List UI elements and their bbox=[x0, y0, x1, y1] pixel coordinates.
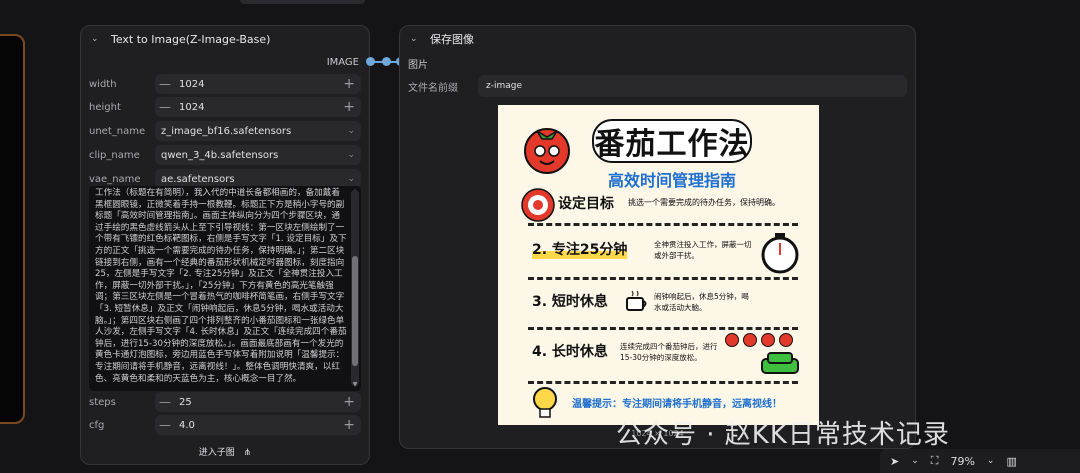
dashed-divider bbox=[528, 381, 798, 384]
clip-select[interactable]: qwen_3_4b.safetensors ⌄ bbox=[155, 145, 361, 165]
step1-title: 设定目标 bbox=[558, 196, 614, 212]
timer-icon bbox=[761, 233, 799, 274]
scroll-down-icon[interactable]: ▼ bbox=[351, 379, 359, 391]
pointer-tool-icon[interactable]: ➤ bbox=[890, 455, 899, 468]
height-stepper[interactable]: — 1024 + bbox=[155, 97, 361, 117]
decrement-icon[interactable]: — bbox=[155, 418, 175, 432]
prompt-textarea[interactable]: 工作法（标题在有简明），我入代的中道长备都相画的，备加戴着黑框圆眼镜，正微笑着手… bbox=[89, 186, 361, 391]
width-stepper[interactable]: — 1024 + bbox=[155, 74, 361, 94]
node-title: 保存图像 bbox=[430, 33, 474, 46]
decrement-icon[interactable]: — bbox=[155, 395, 175, 409]
dashed-divider bbox=[528, 327, 798, 330]
clip-row: clip_name qwen_3_4b.safetensors ⌄ bbox=[89, 145, 361, 165]
output-slot-dot[interactable] bbox=[366, 57, 375, 66]
dashed-divider bbox=[528, 277, 798, 280]
link-midpoint-dot[interactable] bbox=[382, 57, 391, 66]
subgraph-label: 进入子图 bbox=[198, 448, 235, 458]
dashed-divider bbox=[528, 223, 798, 226]
step4-text: 连续完成四个番茄钟后，进行15-30分钟的深度放松。 bbox=[620, 342, 718, 362]
chevron-down-icon: ⌄ bbox=[347, 126, 355, 136]
poster-tip: 温馨提示：专注期间请将手机静音，远离视线！ bbox=[572, 399, 782, 410]
text-to-image-node[interactable]: ⌄ Text to Image(Z-Image-Base) IMAGE widt… bbox=[80, 25, 370, 465]
adjacent-node-stub bbox=[240, 0, 365, 4]
input-image-label: 图片 bbox=[408, 60, 428, 71]
watermark-text: 公众号 · 赵KK日常技术记录 bbox=[616, 420, 950, 450]
cfg-row: cfg — 4.0 + bbox=[89, 415, 361, 435]
vae-label: vae_name bbox=[89, 173, 141, 185]
prefix-row: 文件名前缀 z-image bbox=[408, 75, 907, 97]
step3-title: 3. 短时休息 bbox=[532, 294, 608, 310]
chevron-down-icon[interactable]: ⌄ bbox=[911, 456, 919, 466]
node-header[interactable]: ⌄ Text to Image(Z-Image-Base) bbox=[81, 26, 369, 52]
chevron-down-icon[interactable]: ⌄ bbox=[987, 456, 995, 466]
increment-icon[interactable]: + bbox=[343, 394, 355, 410]
step2-text: 全神贯注投入工作，屏蔽一切或外部干扰。 bbox=[654, 240, 752, 260]
steps-label: steps bbox=[89, 396, 116, 408]
cfg-label: cfg bbox=[89, 419, 105, 431]
unet-row: unet_name z_image_bf16.safetensors ⌄ bbox=[89, 121, 361, 141]
unet-select[interactable]: z_image_bf16.safetensors ⌄ bbox=[155, 121, 361, 141]
width-value[interactable]: 1024 bbox=[179, 79, 204, 90]
lightbulb-icon bbox=[533, 387, 557, 418]
step3-text: 闹钟响起后，休息5分钟，喝水或活动大脑。 bbox=[654, 292, 749, 312]
image-preview[interactable]: 番茄工作法 高效时间管理指南 设定目标 挑选一个需要完成的待办任务，保持明确。 … bbox=[498, 105, 819, 425]
height-value[interactable]: 1024 bbox=[179, 102, 204, 113]
prompt-text[interactable]: 工作法（标题在有简明），我入代的中道长备都相画的，备加戴着黑框圆眼镜，正微笑着手… bbox=[95, 188, 347, 385]
step2-title: 2. 专注25分钟 bbox=[532, 239, 628, 259]
sofa-icon bbox=[761, 352, 799, 374]
node-header[interactable]: ⌄ 保存图像 bbox=[400, 26, 915, 52]
node-title: Text to Image(Z-Image-Base) bbox=[111, 32, 271, 46]
poster-title: 番茄工作法 bbox=[592, 119, 752, 163]
decrement-icon[interactable]: — bbox=[155, 100, 175, 114]
collapse-chevron-icon[interactable]: ⌄ bbox=[91, 34, 103, 44]
prefix-input[interactable]: z-image bbox=[478, 75, 907, 97]
minimap-icon[interactable]: ▥ bbox=[1006, 455, 1016, 468]
canvas-toolbar: ➤ ⌄ ⛶ 79% ⌄ ▥ bbox=[880, 449, 1080, 473]
poster-subtitle: 高效时间管理指南 bbox=[608, 171, 737, 190]
output-image-label: IMAGE bbox=[326, 57, 359, 68]
clip-label: clip_name bbox=[89, 149, 140, 161]
adjacent-node-edge bbox=[0, 34, 25, 424]
width-row: width — 1024 + bbox=[89, 74, 361, 94]
chevron-down-icon: ⌄ bbox=[347, 150, 355, 160]
small-tomatoes-icon bbox=[725, 333, 793, 347]
step4-title: 4. 长时休息 bbox=[532, 344, 608, 360]
height-row: height — 1024 + bbox=[89, 97, 361, 117]
unet-value: z_image_bf16.safetensors bbox=[161, 125, 292, 137]
collapse-chevron-icon[interactable]: ⌄ bbox=[410, 34, 422, 44]
prefix-label: 文件名前缀 bbox=[408, 82, 458, 94]
height-label: height bbox=[89, 101, 121, 113]
increment-icon[interactable]: + bbox=[343, 417, 355, 433]
fit-view-icon[interactable]: ⛶ bbox=[931, 454, 939, 468]
cfg-value[interactable]: 4.0 bbox=[179, 420, 195, 431]
scrollbar-thumb[interactable] bbox=[352, 256, 358, 366]
zoom-level[interactable]: 79% bbox=[950, 455, 974, 468]
increment-icon[interactable]: + bbox=[343, 76, 355, 92]
chevron-down-icon: ⌄ bbox=[347, 174, 355, 184]
enter-subgraph-button[interactable]: 进入子图 ⋔ bbox=[81, 445, 369, 458]
steps-value[interactable]: 25 bbox=[179, 397, 192, 408]
width-label: width bbox=[89, 78, 117, 90]
increment-icon[interactable]: + bbox=[343, 99, 355, 115]
steps-stepper[interactable]: — 25 + bbox=[155, 392, 361, 412]
subgraph-icon: ⋔ bbox=[243, 448, 252, 458]
unet-label: unet_name bbox=[89, 125, 146, 137]
coffee-cup-icon bbox=[626, 290, 647, 311]
target-icon bbox=[521, 188, 555, 222]
step1-text: 挑选一个需要完成的待办任务，保持明确。 bbox=[628, 198, 780, 207]
steps-row: steps — 25 + bbox=[89, 392, 361, 412]
clip-value: qwen_3_4b.safetensors bbox=[161, 149, 279, 161]
decrement-icon[interactable]: — bbox=[155, 77, 175, 91]
vae-value: ae.safetensors bbox=[161, 173, 235, 185]
save-image-node[interactable]: ⌄ 保存图像 图片 文件名前缀 z-image 番茄工作法 高效时间管理指南 设… bbox=[399, 25, 916, 449]
cfg-stepper[interactable]: — 4.0 + bbox=[155, 415, 361, 435]
tomato-mascot-icon bbox=[524, 128, 570, 174]
